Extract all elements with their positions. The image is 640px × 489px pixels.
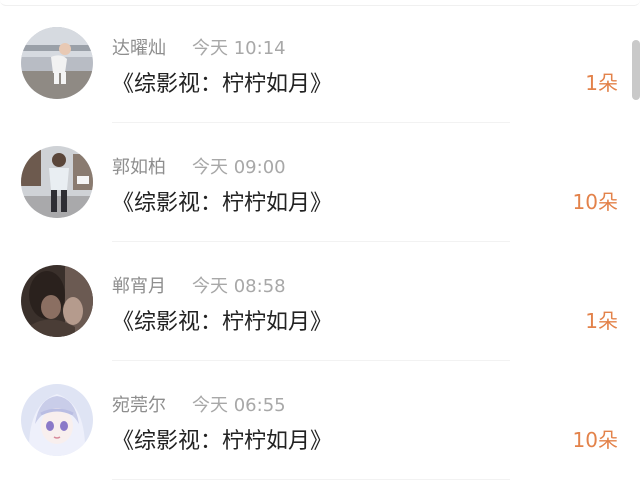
user-name[interactable]: 郭如柏 (112, 153, 166, 179)
book-title[interactable]: 《综影视：柠柠如月》 (112, 423, 332, 455)
avatar[interactable] (21, 265, 93, 337)
gift-count: 10朵 (572, 190, 618, 214)
scrollbar[interactable] (632, 40, 640, 100)
list-item[interactable]: 郸宵月 今天 08:58 《综影视：柠柠如月》 1朵 (0, 242, 640, 361)
post-time: 今天 08:58 (192, 276, 286, 297)
post-time: 今天 10:14 (192, 38, 286, 59)
gift-count: 10朵 (572, 428, 618, 452)
avatar[interactable] (21, 27, 93, 99)
book-title[interactable]: 《综影视：柠柠如月》 (112, 304, 332, 336)
post-time: 今天 06:55 (192, 395, 286, 416)
list-item[interactable]: 宛莞尔 今天 06:55 《综影视：柠柠如月》 10朵 (0, 361, 640, 480)
gift-count: 1朵 (585, 309, 618, 333)
book-title[interactable]: 《综影视：柠柠如月》 (112, 66, 332, 98)
avatar[interactable] (21, 146, 93, 218)
gift-list-screen: 达曜灿 今天 10:14 《综影视：柠柠如月》 1朵 郭如柏 今天 09:00 … (0, 0, 640, 489)
user-name[interactable]: 达曜灿 (112, 34, 166, 60)
anime-girl-avatar-icon (21, 384, 93, 456)
user-name[interactable]: 宛莞尔 (112, 391, 166, 417)
post-time: 今天 09:00 (192, 157, 286, 178)
gift-count: 1朵 (585, 71, 618, 95)
street-photo-avatar-icon (21, 146, 93, 218)
child-photo-avatar-icon (21, 27, 93, 99)
portrait-photo-avatar-icon (21, 265, 93, 337)
user-name[interactable]: 郸宵月 (112, 272, 166, 298)
list-item[interactable]: 郭如柏 今天 09:00 《综影视：柠柠如月》 10朵 (0, 123, 640, 242)
list-item[interactable]: 达曜灿 今天 10:14 《综影视：柠柠如月》 1朵 (0, 4, 640, 123)
avatar[interactable] (21, 384, 93, 456)
divider (112, 479, 510, 480)
book-title[interactable]: 《综影视：柠柠如月》 (112, 185, 332, 217)
